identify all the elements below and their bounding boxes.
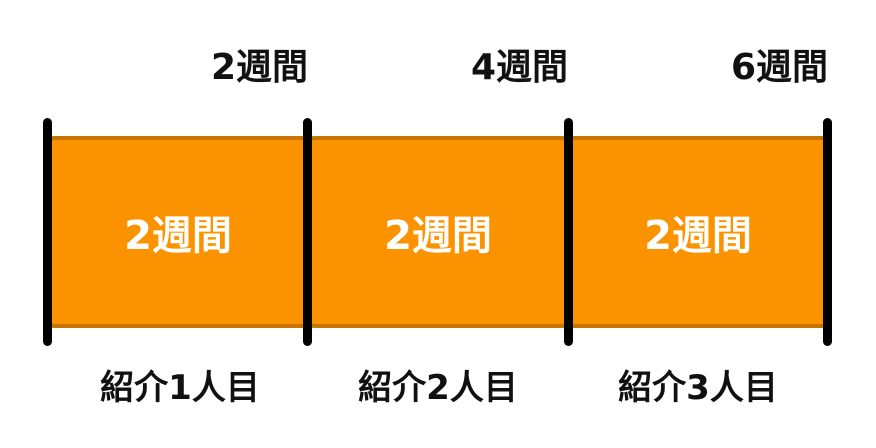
timeline-segment-1: 2週間 xyxy=(50,136,306,328)
segment-duration-label: 2週間 xyxy=(644,213,752,259)
introduction-label-1: 紹介1人目 xyxy=(100,368,260,408)
timeline-divider-1 xyxy=(303,118,312,346)
introduction-label-3: 紹介3人目 xyxy=(618,368,778,408)
timeline-divider-end xyxy=(823,118,832,346)
segment-duration-label: 2週間 xyxy=(384,213,492,259)
milestone-label-4-weeks: 4週間 xyxy=(470,47,568,88)
milestone-label-2-weeks: 2週間 xyxy=(210,47,308,88)
timeline-divider-start xyxy=(43,118,52,346)
timeline-divider-2 xyxy=(564,118,573,346)
segment-duration-label: 2週間 xyxy=(124,213,232,259)
timeline-segment-3: 2週間 xyxy=(570,136,826,328)
introduction-label-2: 紹介2人目 xyxy=(358,368,518,408)
milestone-label-6-weeks: 6週間 xyxy=(730,47,828,88)
timeline-segment-2: 2週間 xyxy=(310,136,566,328)
referral-timeline-diagram: 2週間 4週間 6週間 2週間 2週間 2週間 紹介1人目 紹介2人目 紹介3人… xyxy=(0,0,876,448)
